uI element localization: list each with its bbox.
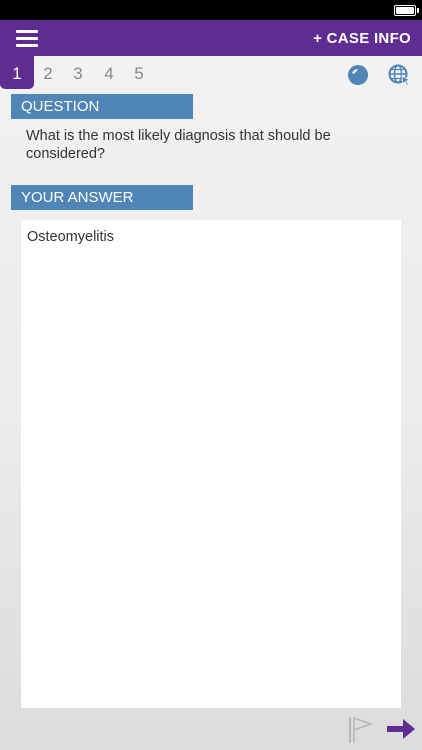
- answer-textarea[interactable]: Osteomyelitis: [21, 220, 401, 708]
- battery-icon: [394, 5, 419, 16]
- question-section-header: QUESTION: [11, 94, 193, 119]
- question-text: What is the most likely diagnosis that s…: [26, 128, 331, 162]
- tab-question-5[interactable]: 5: [125, 56, 153, 89]
- answer-section-header: YOUR ANSWER: [11, 185, 193, 210]
- tab-question-1[interactable]: 1: [0, 56, 34, 89]
- hamburger-menu-icon[interactable]: [16, 28, 38, 48]
- next-arrow-icon[interactable]: [386, 718, 416, 740]
- globe-icon[interactable]: [347, 64, 369, 86]
- tab-question-2[interactable]: 2: [34, 56, 62, 89]
- app-header: + CASE INFO: [0, 20, 422, 56]
- flag-icon[interactable]: [347, 716, 373, 744]
- tab-question-3[interactable]: 3: [64, 56, 92, 89]
- status-bar: [0, 0, 422, 20]
- case-info-button[interactable]: + CASE INFO: [313, 30, 411, 47]
- web-search-icon[interactable]: [388, 64, 412, 86]
- tab-question-4[interactable]: 4: [95, 56, 123, 89]
- question-tab-bar: 1 2 3 4 5: [0, 56, 422, 92]
